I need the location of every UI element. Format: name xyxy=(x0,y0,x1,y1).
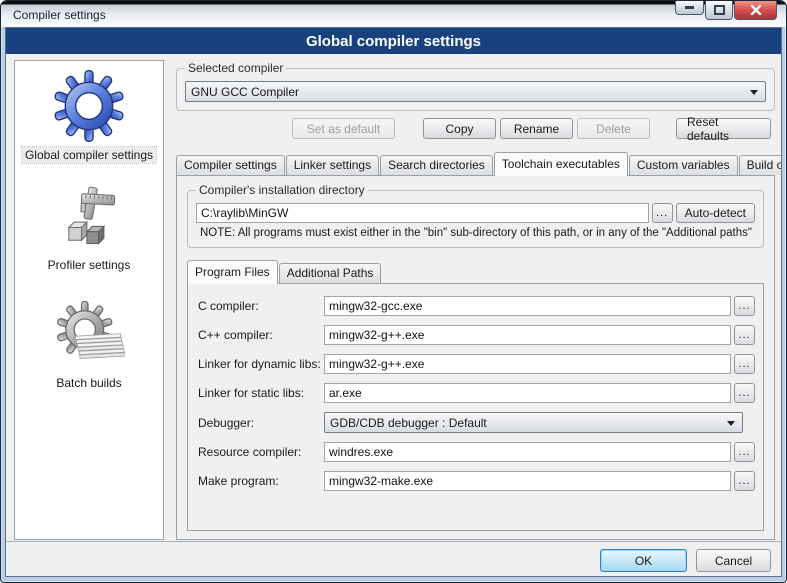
close-icon xyxy=(750,5,762,15)
make-program-browse-button[interactable]: ... xyxy=(734,471,755,491)
maximize-icon xyxy=(713,5,726,16)
dialog-footer: OK Cancel xyxy=(6,541,781,577)
field-label: C compiler: xyxy=(198,299,324,313)
resource-compiler-browse-button[interactable]: ... xyxy=(734,442,755,462)
field-label: Resource compiler: xyxy=(198,445,324,459)
minimize-button[interactable] xyxy=(675,1,704,15)
rename-button[interactable]: Rename xyxy=(500,118,573,139)
table-row: Resource compiler: ... xyxy=(198,442,755,462)
caption-buttons xyxy=(675,1,777,20)
chevron-down-icon xyxy=(750,90,758,95)
tab-linker-settings[interactable]: Linker settings xyxy=(286,155,379,175)
table-row: Linker for dynamic libs: ... xyxy=(198,354,755,374)
delete-button[interactable]: Delete xyxy=(577,118,650,139)
subtab-program-files[interactable]: Program Files xyxy=(187,260,278,284)
tab-search-directories[interactable]: Search directories xyxy=(380,155,493,175)
sidebar-item-label: Batch builds xyxy=(53,375,124,391)
chevron-down-icon xyxy=(727,421,735,426)
main-panel: Selected compiler GNU GCC Compiler Set a… xyxy=(172,60,777,540)
settings-tabstrip: Compiler settings Linker settings Search… xyxy=(176,151,775,175)
field-label: C++ compiler: xyxy=(198,328,324,342)
settings-category-list: Global compiler settings xyxy=(14,60,164,540)
field-label: Linker for dynamic libs: xyxy=(198,357,324,371)
toolchain-executables-page: Compiler's installation directory ... Au… xyxy=(176,175,775,540)
sidebar-item-label: Profiler settings xyxy=(45,257,134,273)
debugger-select[interactable]: GDB/CDB debugger : Default xyxy=(324,412,743,433)
ok-button[interactable]: OK xyxy=(600,549,687,572)
debugger-select-value: GDB/CDB debugger : Default xyxy=(330,416,487,430)
installation-directory-group-label: Compiler's installation directory xyxy=(196,183,368,197)
grey-gear-icon xyxy=(53,299,125,371)
reset-defaults-button[interactable]: Reset defaults xyxy=(676,118,771,139)
copy-button[interactable]: Copy xyxy=(423,118,496,139)
titlebar[interactable]: Compiler settings xyxy=(1,1,786,27)
compiler-select-value: GNU GCC Compiler xyxy=(191,85,299,99)
selected-compiler-group: Selected compiler GNU GCC Compiler xyxy=(176,68,775,111)
dynamic-linker-browse-button[interactable]: ... xyxy=(734,354,755,374)
compiler-select[interactable]: GNU GCC Compiler xyxy=(185,81,766,102)
table-row: C++ compiler: ... xyxy=(198,325,755,345)
subtab-additional-paths[interactable]: Additional Paths xyxy=(279,263,382,283)
field-label: Linker for static libs: xyxy=(198,386,324,400)
selected-compiler-group-label: Selected compiler xyxy=(185,61,286,75)
sidebar-item-global-compiler-settings[interactable]: Global compiler settings xyxy=(22,69,156,163)
sidebar-item-label: Global compiler settings xyxy=(22,147,156,163)
compiler-actions-row: Set as default Copy Rename Delete Reset … xyxy=(176,118,771,139)
static-linker-browse-button[interactable]: ... xyxy=(734,383,755,403)
installation-directory-row: ... Auto-detect xyxy=(196,203,755,223)
dialog-client-area: Global compiler settings xyxy=(5,27,782,577)
blue-gear-icon xyxy=(52,69,126,143)
set-as-default-button[interactable]: Set as default xyxy=(292,118,395,139)
static-linker-input[interactable] xyxy=(324,383,731,403)
dynamic-linker-input[interactable] xyxy=(324,354,731,374)
table-row: Debugger: GDB/CDB debugger : Default xyxy=(198,412,755,433)
installation-directory-browse-button[interactable]: ... xyxy=(652,203,673,223)
program-files-panel: C compiler: ... C++ compiler: ... Linker… xyxy=(187,283,764,531)
close-button[interactable] xyxy=(734,1,777,20)
window-title: Compiler settings xyxy=(13,8,106,22)
installation-note: NOTE: All programs must exist either in … xyxy=(200,227,753,239)
maximize-button[interactable] xyxy=(705,1,733,20)
sidebar-item-profiler-settings[interactable]: Profiler settings xyxy=(45,185,134,273)
page-title: Global compiler settings xyxy=(6,28,781,54)
tab-build-options[interactable]: Build options xyxy=(739,155,782,175)
sidebar-item-batch-builds[interactable]: Batch builds xyxy=(53,299,125,391)
field-label: Make program: xyxy=(198,474,324,488)
resource-compiler-input[interactable] xyxy=(324,442,731,462)
installation-directory-group: Compiler's installation directory ... Au… xyxy=(187,190,764,248)
cpp-compiler-browse-button[interactable]: ... xyxy=(734,325,755,345)
c-compiler-input[interactable] xyxy=(324,296,731,316)
make-program-input[interactable] xyxy=(324,471,731,491)
tab-toolchain-executables[interactable]: Toolchain executables xyxy=(494,152,628,176)
table-row: C compiler: ... xyxy=(198,296,755,316)
cancel-button[interactable]: Cancel xyxy=(696,549,771,572)
compiler-settings-dialog: Compiler settings Global compiler settin… xyxy=(0,0,787,583)
c-compiler-browse-button[interactable]: ... xyxy=(734,296,755,316)
tab-compiler-settings[interactable]: Compiler settings xyxy=(176,155,285,175)
toolchain-subtabs: Program Files Additional Paths xyxy=(187,260,766,283)
minimize-icon xyxy=(684,6,695,10)
cpp-compiler-input[interactable] xyxy=(324,325,731,345)
table-row: Make program: ... xyxy=(198,471,755,491)
dialog-body: Global compiler settings xyxy=(6,54,781,540)
auto-detect-button[interactable]: Auto-detect xyxy=(676,203,755,223)
installation-directory-input[interactable] xyxy=(196,203,649,223)
tab-custom-variables[interactable]: Custom variables xyxy=(629,155,738,175)
field-label: Debugger: xyxy=(198,416,324,430)
table-row: Linker for static libs: ... xyxy=(198,383,755,403)
caliper-icon xyxy=(55,185,123,253)
